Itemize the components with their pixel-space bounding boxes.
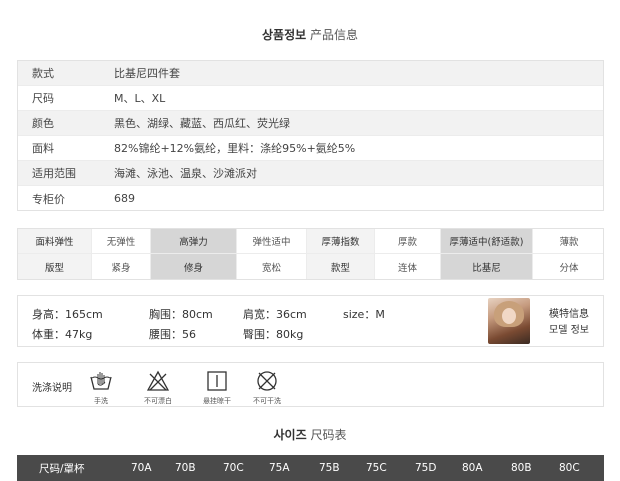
care-caption-no-bleach: 不可漂白 (144, 397, 172, 405)
info-key: 面料 (32, 142, 54, 155)
size-col: 80A (462, 462, 483, 474)
size-col: 80C (559, 462, 580, 474)
size-title-chinese: 尺码表 (310, 428, 347, 442)
attr-one-piece: 连体 (375, 254, 441, 279)
title-korean: 상품정보 (261, 28, 307, 42)
attr-head-elasticity: 面料弹性 (18, 229, 92, 253)
model-hip: 臀围：80kg (243, 328, 304, 341)
size-col: 75B (319, 462, 340, 474)
attribute-row-fit: 版型 紧身 修身 宽松 款型 连体 比基尼 分体 (18, 254, 603, 279)
model-waist: 腰围：56 (149, 328, 196, 341)
no-bleach-icon (147, 370, 169, 391)
model-height: 身高：165cm (32, 308, 103, 321)
attr-thin: 薄款 (559, 237, 579, 248)
attr-high-elastic-selected: 高弹力 (151, 229, 237, 253)
attr-no-elastic: 无弹性 (92, 229, 151, 253)
attr-tight: 紧身 (92, 254, 151, 279)
attr-medium-thick-selected: 厚薄适中(舒适款) (441, 229, 533, 253)
info-value: 689 (114, 192, 135, 205)
model-photo (488, 298, 530, 344)
size-col: 75A (269, 462, 290, 474)
info-value: M、L、XL (114, 92, 166, 105)
size-col: 70B (175, 462, 196, 474)
info-row-fabric: 面料 82%锦纶+12%氨纶，里料：涤纶95%+氨纶5% (18, 136, 603, 161)
info-key: 颜色 (32, 117, 54, 130)
info-value: 82%锦纶+12%氨纶，里料：涤纶95%+氨纶5% (114, 142, 356, 155)
hand-wash-icon (90, 372, 112, 390)
no-dry-clean-icon (257, 371, 277, 391)
info-row-color: 颜色 黑色、湖绿、藏蓝、西瓜红、荧光绿 (18, 111, 603, 136)
info-value: 海滩、泳池、温泉、沙滩派对 (114, 167, 257, 180)
info-row-size: 尺码 M、L、XL (18, 86, 603, 111)
size-header-label: 尺码/罩杯 (39, 462, 85, 475)
size-title-korean: 사이즈 (273, 428, 307, 442)
model-bust: 胸围：80cm (149, 308, 213, 321)
care-caption-no-dry-clean: 不可干洗 (253, 397, 281, 405)
size-col: 80B (511, 462, 532, 474)
info-row-price: 专柜价 689 (18, 186, 603, 211)
attribute-grid: 面料弹性 无弹性 高弹力 弹性适中 厚薄指数 厚款 厚薄适中(舒适款) 薄款 版… (17, 228, 604, 280)
attr-slim-selected: 修身 (151, 254, 237, 279)
attr-head-fit: 版型 (18, 254, 92, 279)
model-weight: 体重：47kg (32, 328, 93, 341)
info-value: 黑色、湖绿、藏蓝、西瓜红、荧光绿 (114, 117, 290, 130)
size-col: 75C (366, 462, 387, 474)
model-size: size：M (343, 308, 385, 321)
product-info-table: 款式 比基尼四件套 尺码 M、L、XL 颜色 黑色、湖绿、藏蓝、西瓜红、荧光绿 … (17, 60, 604, 211)
info-key: 款式 (32, 67, 54, 80)
attr-head-thickness: 厚薄指数 (307, 229, 375, 253)
info-value: 比基尼四件套 (114, 67, 180, 80)
info-key: 适用范围 (32, 167, 76, 180)
attr-thick: 厚款 (375, 229, 441, 253)
attr-bikini-selected: 比基尼 (441, 254, 533, 279)
model-label-korean: 모델 정보 (549, 325, 589, 336)
info-row-style: 款式 比基尼四件套 (18, 61, 603, 86)
attribute-row-elasticity: 面料弹性 无弹性 高弹力 弹性适中 厚薄指数 厚款 厚薄适中(舒适款) 薄款 (18, 229, 603, 254)
attr-medium-elastic: 弹性适中 (237, 229, 307, 253)
info-row-usage: 适用范围 海滩、泳池、温泉、沙滩派对 (18, 161, 603, 186)
size-table-header: 尺码/罩杯 70A 70B 70C 75A 75B 75C 75D 80A 80… (17, 455, 604, 481)
attr-two-piece: 分体 (559, 262, 579, 274)
size-col: 70C (223, 462, 244, 474)
care-caption-hand-wash: 手洗 (94, 397, 108, 405)
care-label: 洗涤说明 (32, 383, 72, 394)
info-key: 尺码 (32, 92, 54, 105)
size-chart-title: 사이즈 尺码表 (0, 426, 620, 443)
size-col: 70A (131, 462, 152, 474)
model-label-chinese: 模特信息 (549, 309, 589, 320)
hang-dry-icon (207, 371, 227, 391)
attr-loose: 宽松 (237, 254, 307, 279)
info-key: 专柜价 (32, 192, 65, 206)
product-info-title: 상품정보 产品信息 (0, 26, 620, 43)
model-info-panel: 身高：165cm 体重：47kg 胸围：80cm 腰围：56 肩宽：36cm 臀… (17, 295, 604, 347)
size-col: 75D (415, 462, 437, 474)
title-chinese: 产品信息 (309, 28, 358, 42)
attr-head-type: 款型 (307, 254, 375, 279)
model-shoulder: 肩宽：36cm (243, 308, 307, 321)
care-instructions: 洗涤说明 手洗 不可漂白 悬挂晾干 不可干洗 (17, 362, 604, 407)
